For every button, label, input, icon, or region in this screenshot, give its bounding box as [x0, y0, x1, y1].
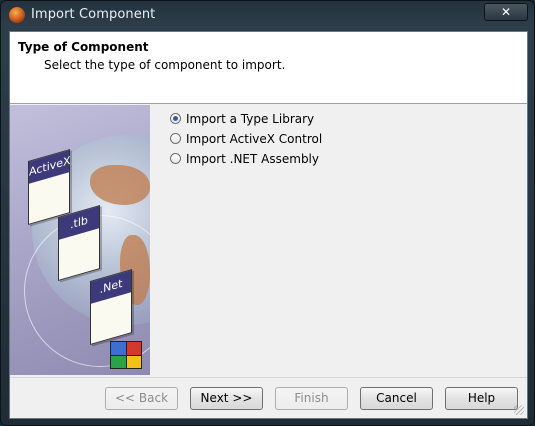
- activex-card-label: ActiveX: [29, 150, 71, 184]
- option-label: Import .NET Assembly: [186, 152, 319, 166]
- button-bar-divider: [10, 377, 527, 378]
- next-button[interactable]: Next >>: [190, 387, 263, 410]
- close-button[interactable]: ✕: [484, 3, 528, 21]
- net-card: .Net: [90, 268, 132, 346]
- close-icon: ✕: [500, 5, 512, 19]
- help-button[interactable]: Help: [445, 387, 518, 410]
- windows-flag-icon: [110, 341, 142, 369]
- cancel-button[interactable]: Cancel: [360, 387, 433, 410]
- activex-card: ActiveX: [28, 148, 71, 226]
- radio-button[interactable]: [170, 153, 181, 164]
- wizard-header: Type of Component Select the type of com…: [10, 32, 527, 104]
- radio-button[interactable]: [170, 133, 181, 144]
- radio-button-checked[interactable]: [170, 113, 181, 124]
- tlb-card: .tlb: [58, 204, 100, 282]
- title-bar[interactable]: Import Component ✕: [1, 1, 534, 29]
- page-title: Type of Component: [18, 40, 149, 54]
- delphi-helmet-icon: [9, 7, 25, 23]
- dialog-client: Type of Component Select the type of com…: [9, 31, 528, 419]
- back-button[interactable]: << Back: [105, 387, 178, 410]
- option-label: Import a Type Library: [186, 112, 315, 126]
- option-label: Import ActiveX Control: [186, 132, 323, 146]
- import-component-dialog: Import Component ✕ Type of Component Sel…: [0, 0, 535, 426]
- page-subtitle: Select the type of component to import.: [44, 58, 286, 72]
- finish-button[interactable]: Finish: [275, 387, 348, 410]
- window-title: Import Component: [31, 7, 156, 22]
- wizard-banner-image: ActiveX .tlb .Net: [10, 105, 150, 375]
- resize-grip-icon[interactable]: [514, 405, 524, 415]
